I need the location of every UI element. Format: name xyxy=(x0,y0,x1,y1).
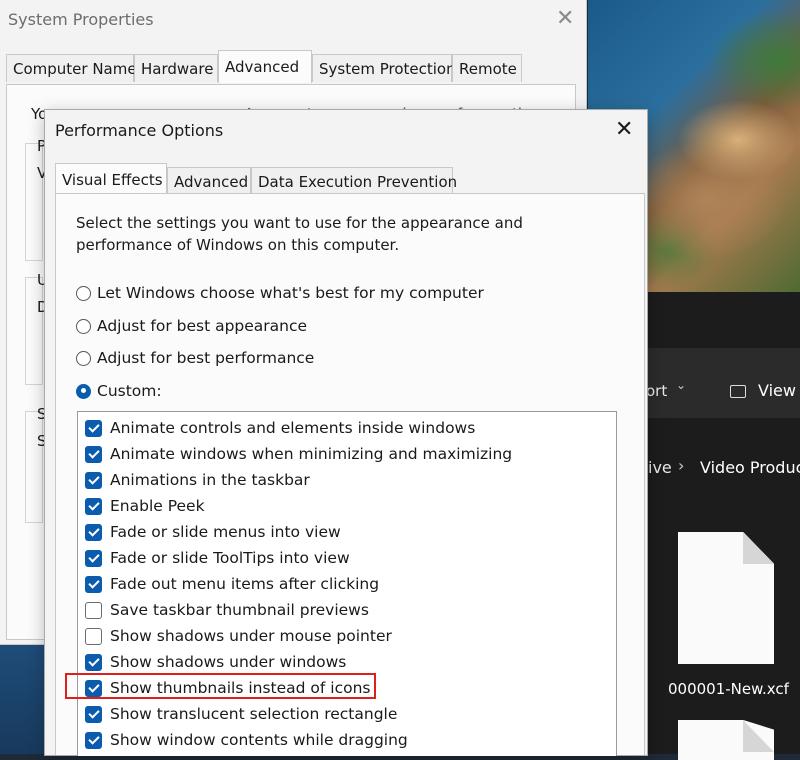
checkbox[interactable] xyxy=(85,575,102,593)
effect-translucent-selection[interactable]: Show translucent selection rectangle xyxy=(85,702,397,726)
checkbox-label: Save taskbar thumbnail previews xyxy=(110,601,369,619)
radio-best-performance[interactable]: Adjust for best performance xyxy=(76,347,314,369)
checkbox[interactable] xyxy=(85,445,102,463)
effect-show-thumbnails[interactable]: Show thumbnails instead of icons xyxy=(85,676,371,700)
effect-animate-windows[interactable]: Animate windows when minimizing and maxi… xyxy=(85,442,512,466)
checkbox[interactable] xyxy=(85,653,102,671)
view-icon xyxy=(730,385,746,398)
startup-recovery-group-box xyxy=(25,411,43,523)
checkbox[interactable] xyxy=(85,705,102,723)
effect-window-contents-dragging[interactable]: Show window contents while dragging xyxy=(85,728,408,752)
effect-taskbar-animations[interactable]: Animations in the taskbar xyxy=(85,468,310,492)
checkbox-label: Animate windows when minimizing and maxi… xyxy=(110,445,513,463)
radio-label: Adjust for best performance xyxy=(97,349,315,367)
tab-hardware[interactable]: Hardware xyxy=(134,54,218,82)
breadcrumb-separator-icon: › xyxy=(678,456,685,475)
radio-let-windows-choose[interactable]: Let Windows choose what's best for my co… xyxy=(76,282,484,304)
checkbox[interactable] xyxy=(85,471,102,489)
explorer-toolbar: ort ⌄ View xyxy=(646,348,800,418)
checkbox-label: Fade or slide menus into view xyxy=(110,523,341,541)
file-explorer-window: ort ⌄ View ive › Video Produc 000001-New… xyxy=(646,292,800,760)
checkbox[interactable] xyxy=(85,731,102,749)
checkbox-label: Show shadows under mouse pointer xyxy=(110,627,392,645)
tab-system-protection[interactable]: System Protection xyxy=(312,54,456,82)
file-fold-corner xyxy=(743,532,774,564)
effect-shadows-windows[interactable]: Show shadows under windows xyxy=(85,650,346,674)
checkbox[interactable] xyxy=(85,549,102,567)
radio-button[interactable] xyxy=(76,350,91,366)
tab-remote[interactable]: Remote xyxy=(452,54,522,82)
checkbox-label: Fade or slide ToolTips into view xyxy=(110,549,350,567)
view-button[interactable]: View xyxy=(758,381,796,400)
checkbox-label: Show translucent selection rectangle xyxy=(110,705,398,723)
visual-effects-description: Select the settings you want to use for … xyxy=(76,214,523,254)
effect-enable-peek[interactable]: Enable Peek xyxy=(85,494,205,518)
breadcrumb-item-drive[interactable]: ive xyxy=(648,458,672,477)
visual-effects-panel: Select the settings you want to use for … xyxy=(55,193,645,756)
radio-label: Let Windows choose what's best for my co… xyxy=(97,284,484,302)
file-name-label[interactable]: 000001-New.xcf xyxy=(668,680,789,698)
breadcrumb-item-folder[interactable]: Video Produc xyxy=(700,458,800,477)
tab-advanced[interactable]: Advanced xyxy=(167,167,251,195)
radio-label: Custom: xyxy=(97,382,162,400)
tab-computer-name[interactable]: Computer Name xyxy=(6,54,137,82)
checkbox-label: Animate controls and elements inside win… xyxy=(110,419,476,437)
performance-group-box xyxy=(25,143,43,261)
checkbox[interactable] xyxy=(85,627,102,645)
sort-button-label[interactable]: ort xyxy=(646,382,667,400)
visual-effects-list[interactable]: Animate controls and elements inside win… xyxy=(77,411,617,756)
tab-advanced[interactable]: Advanced xyxy=(218,50,312,83)
chevron-down-icon: ⌄ xyxy=(676,378,687,392)
desktop-wallpaper-edge xyxy=(0,640,44,754)
radio-button[interactable] xyxy=(76,318,91,334)
window-title: System Properties xyxy=(8,10,154,29)
checkbox-label: Show window contents while dragging xyxy=(110,731,408,749)
tab-data-execution-prevention[interactable]: Data Execution Prevention xyxy=(251,167,457,195)
file-icon[interactable] xyxy=(678,720,774,760)
effect-animate-controls[interactable]: Animate controls and elements inside win… xyxy=(85,416,475,440)
checkbox[interactable] xyxy=(85,679,102,697)
window-title: Performance Options xyxy=(55,121,224,140)
radio-custom[interactable]: Custom: xyxy=(76,380,162,402)
effect-fade-tooltips[interactable]: Fade or slide ToolTips into view xyxy=(85,546,350,570)
performance-options-window: Performance Options ✕ Visual Effects Adv… xyxy=(44,109,648,756)
file-icon[interactable] xyxy=(678,532,774,664)
checkbox[interactable] xyxy=(85,497,102,515)
checkbox-label: Fade out menu items after clicking xyxy=(110,575,380,593)
checkbox-label: Show shadows under windows xyxy=(110,653,347,671)
effect-shadows-mouse-pointer[interactable]: Show shadows under mouse pointer xyxy=(85,624,392,648)
file-fold-corner xyxy=(743,720,774,752)
checkbox-label: Show thumbnails instead of icons xyxy=(110,679,371,697)
effect-save-thumbnail-previews[interactable]: Save taskbar thumbnail previews xyxy=(85,598,369,622)
radio-button[interactable] xyxy=(76,285,91,301)
checkbox-label: Enable Peek xyxy=(110,497,205,515)
close-icon[interactable]: ✕ xyxy=(556,6,574,31)
checkbox-label: Animations in the taskbar xyxy=(110,471,310,489)
checkbox[interactable] xyxy=(85,523,102,541)
checkbox[interactable] xyxy=(85,601,102,619)
effect-fade-menus[interactable]: Fade or slide menus into view xyxy=(85,520,341,544)
tab-visual-effects[interactable]: Visual Effects xyxy=(55,163,167,196)
effect-fade-menu-items[interactable]: Fade out menu items after clicking xyxy=(85,572,379,596)
user-profiles-group-box xyxy=(25,277,43,385)
checkbox[interactable] xyxy=(85,419,102,437)
radio-label: Adjust for best appearance xyxy=(97,317,308,335)
close-icon[interactable]: ✕ xyxy=(615,117,633,142)
radio-best-appearance[interactable]: Adjust for best appearance xyxy=(76,315,307,337)
radio-button[interactable] xyxy=(76,383,91,399)
